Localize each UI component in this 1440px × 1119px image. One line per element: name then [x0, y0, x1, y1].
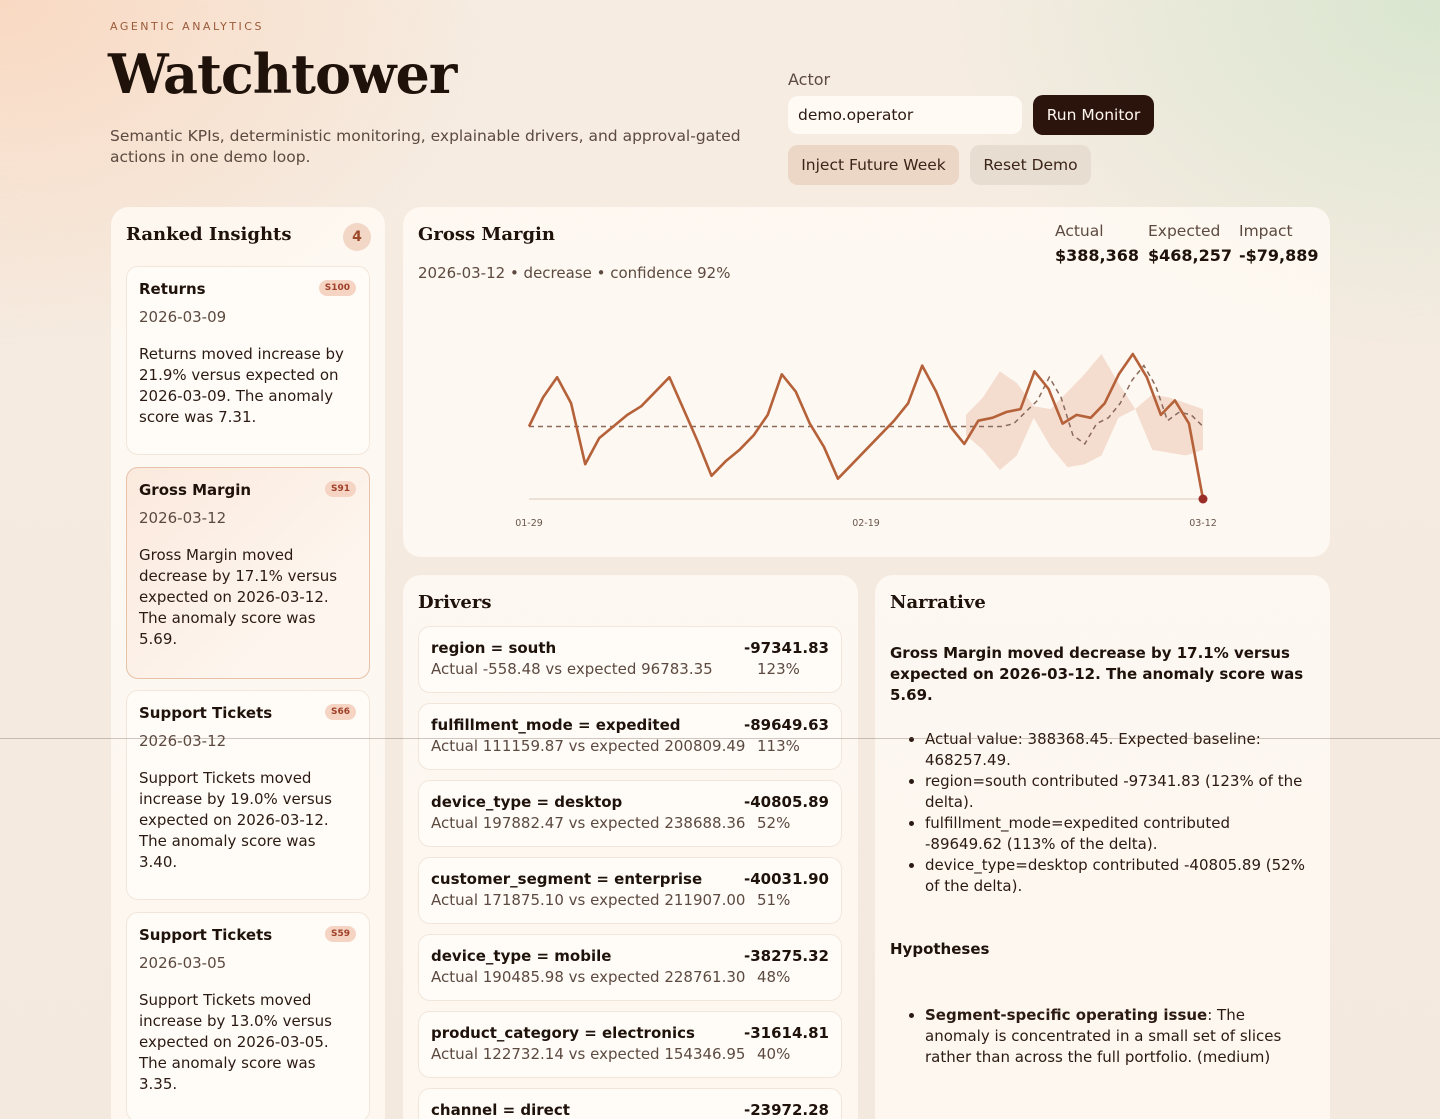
driver-name: device_type = mobile: [431, 947, 612, 965]
inject-future-week-button[interactable]: Inject Future Week: [788, 145, 959, 185]
divider-line: [0, 738, 1440, 739]
driver-percent: 48%: [757, 968, 791, 986]
insight-summary: Support Tickets moved increase by 19.0% …: [139, 769, 332, 871]
driver-percent: 40%: [757, 1045, 791, 1063]
driver-value: -23972.28: [744, 1101, 829, 1119]
driver-name: device_type = desktop: [431, 793, 623, 811]
driver-value: -31614.81: [744, 1024, 829, 1042]
anomaly-point: [1198, 494, 1208, 504]
insight-card[interactable]: Returns S100 2026-03-09 Returns moved in…: [126, 266, 370, 455]
actor-label: Actor: [788, 70, 831, 89]
driver-detail: Actual 111159.87 vs expected 200809.49: [431, 737, 746, 755]
driver-detail: Actual 197882.47 vs expected 238688.36: [431, 814, 746, 832]
driver-row[interactable]: customer_segment = enterprise Actual 171…: [418, 857, 842, 924]
driver-row[interactable]: device_type = mobile Actual 190485.98 vs…: [418, 934, 842, 1001]
narrative-bullets: Actual value: 388368.45. Expected baseli…: [910, 729, 1310, 897]
narrative-panel: Narrative Gross Margin moved decrease by…: [875, 575, 1330, 1119]
page-subtitle: Semantic KPIs, deterministic monitoring,…: [110, 127, 741, 166]
eyebrow-label: AGENTIC ANALYTICS: [110, 20, 264, 33]
driver-row[interactable]: channel = direct -23972.28: [418, 1088, 842, 1119]
insight-card-selected[interactable]: Gross Margin S91 2026-03-12 Gross Margin…: [126, 467, 370, 679]
metric-detail-panel: Gross Margin 2026-03-12 • decrease • con…: [403, 207, 1330, 557]
driver-name: product_category = electronics: [431, 1024, 695, 1042]
narrative-bullet: device_type=desktop contributed -40805.8…: [925, 855, 1310, 897]
narrative-bullet: fulfillment_mode=expedited contributed -…: [925, 813, 1310, 855]
narrative-title: Narrative: [890, 592, 986, 613]
driver-row[interactable]: device_type = desktop Actual 197882.47 v…: [418, 780, 842, 847]
driver-value: -89649.63: [744, 716, 829, 734]
driver-value: -38275.32: [744, 947, 829, 965]
driver-name: channel = direct: [431, 1101, 570, 1119]
driver-percent: 51%: [757, 891, 791, 909]
narrative-bullet: region=south contributed -97341.83 (123%…: [925, 771, 1310, 813]
driver-name: region = south: [431, 639, 557, 657]
insight-card[interactable]: Support Tickets S66 2026-03-12 Support T…: [126, 690, 370, 900]
driver-percent: 113%: [757, 737, 800, 755]
drivers-title: Drivers: [418, 592, 492, 613]
insights-title: Ranked Insights: [126, 224, 292, 245]
driver-value: -40805.89: [744, 793, 829, 811]
hypotheses-title: Hypotheses: [890, 940, 990, 958]
ranked-insights-panel: Ranked Insights 4 Returns S100 2026-03-0…: [111, 207, 385, 1119]
insight-score-badge: S59: [324, 926, 356, 942]
driver-row[interactable]: region = south Actual -558.48 vs expecte…: [418, 626, 842, 693]
insight-card[interactable]: Support Tickets S59 2026-03-05 Support T…: [126, 912, 370, 1119]
run-monitor-button[interactable]: Run Monitor: [1033, 95, 1154, 135]
insight-score-badge: S91: [324, 481, 356, 497]
insight-summary: Returns moved increase by 21.9% versus e…: [139, 345, 344, 426]
reset-demo-button[interactable]: Reset Demo: [970, 145, 1091, 185]
driver-detail: Actual -558.48 vs expected 96783.35: [431, 660, 713, 678]
insight-date: 2026-03-12: [139, 509, 227, 527]
x-tick-label: 02-19: [852, 518, 880, 529]
driver-percent: 52%: [757, 814, 791, 832]
driver-detail: Actual 190485.98 vs expected 228761.30: [431, 968, 746, 986]
narrative-lead: Gross Margin moved decrease by 17.1% ver…: [890, 644, 1304, 704]
insight-date: 2026-03-05: [139, 954, 227, 972]
driver-row[interactable]: fulfillment_mode = expedited Actual 1111…: [418, 703, 842, 770]
page-title: Watchtower: [108, 42, 457, 106]
insight-summary: Support Tickets moved increase by 13.0% …: [139, 991, 332, 1093]
expected-range-band: [966, 354, 1203, 470]
driver-detail: Actual 122732.14 vs expected 154346.95: [431, 1045, 746, 1063]
driver-value: -97341.83: [744, 639, 829, 657]
narrative-bullet: Actual value: 388368.45. Expected baseli…: [925, 729, 1310, 771]
insight-date: 2026-03-12: [139, 732, 227, 750]
driver-detail: Actual 171875.10 vs expected 211907.00: [431, 891, 746, 909]
gross-margin-chart: 01-29 02-19 03-12: [515, 352, 1217, 529]
insight-date: 2026-03-09: [139, 308, 227, 326]
driver-name: fulfillment_mode = expedited: [431, 716, 681, 734]
x-tick-label: 01-29: [515, 518, 543, 529]
driver-value: -40031.90: [744, 870, 829, 888]
driver-percent: 123%: [757, 660, 800, 678]
hypothesis-item: Segment-specific operating issue: The an…: [925, 1005, 1310, 1068]
actor-input[interactable]: [788, 96, 1022, 134]
drivers-panel: Drivers region = south Actual -558.48 vs…: [403, 575, 858, 1119]
hypothesis-label: Segment-specific operating issue: [925, 1006, 1208, 1024]
driver-name: customer_segment = enterprise: [431, 870, 703, 888]
driver-row[interactable]: product_category = electronics Actual 12…: [418, 1011, 842, 1078]
insight-score-badge: S100: [318, 280, 356, 296]
insight-summary: Gross Margin moved decrease by 17.1% ver…: [139, 546, 338, 648]
insight-score-badge: S66: [324, 704, 356, 720]
hypotheses-list: Segment-specific operating issue: The an…: [910, 1005, 1310, 1068]
x-tick-label: 03-12: [1189, 518, 1217, 529]
insights-count-badge: 4: [343, 223, 371, 251]
